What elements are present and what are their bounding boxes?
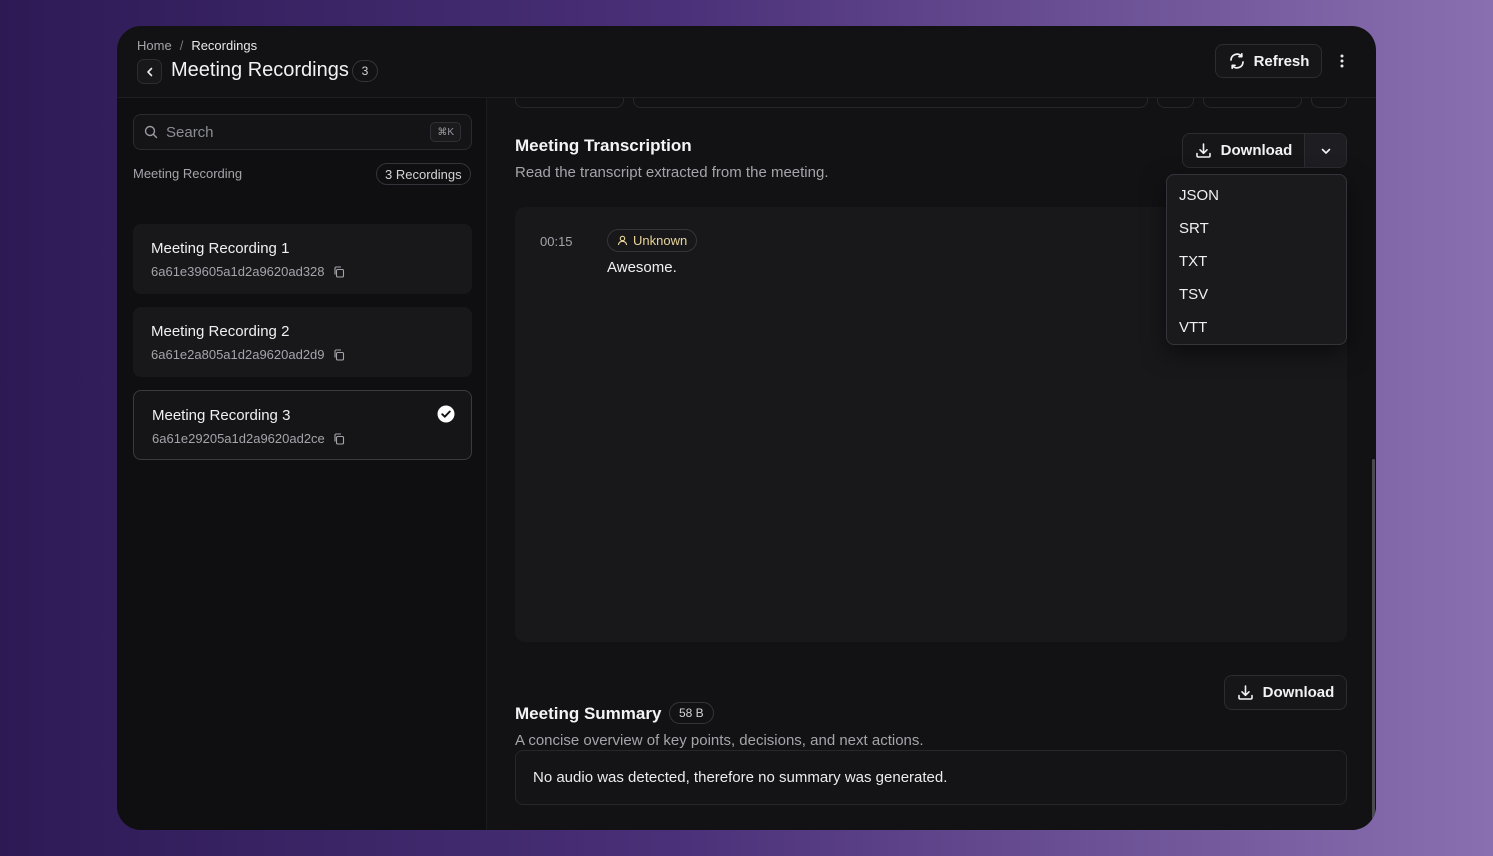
recording-id: 6a61e29205a1d2a9620ad2ce xyxy=(152,431,325,446)
utterance-text: Awesome. xyxy=(607,259,677,276)
search-shortcut: ⌘K xyxy=(430,122,461,142)
copy-icon[interactable] xyxy=(333,348,345,361)
download-label: Download xyxy=(1262,684,1335,701)
menu-item-txt[interactable]: TXT xyxy=(1167,245,1346,278)
main-content: Meeting Transcription Read the transcrip… xyxy=(488,98,1376,830)
refresh-label: Refresh xyxy=(1253,52,1310,70)
speaker-name: Unknown xyxy=(633,233,688,248)
breadcrumb-recordings[interactable]: Recordings xyxy=(191,38,257,53)
breadcrumb-home[interactable]: Home xyxy=(137,38,172,53)
page-title: Meeting Recordings xyxy=(171,59,349,81)
summary-title: Meeting Summary xyxy=(515,704,662,723)
download-format-menu: JSON SRT TXT TSV VTT xyxy=(1166,174,1347,345)
scrolled-field xyxy=(633,98,1148,108)
timestamp[interactable]: 00:15 xyxy=(540,234,573,249)
refresh-button[interactable]: Refresh xyxy=(1215,44,1322,78)
app-window: Home / Recordings Meeting Recordings 3 R… xyxy=(117,26,1376,830)
recordings-count-badge: 3 xyxy=(352,60,378,82)
search-input[interactable] xyxy=(166,123,423,141)
recording-id-row: 6a61e39605a1d2a9620ad328 xyxy=(151,264,345,279)
breadcrumb: Home / Recordings xyxy=(137,38,257,53)
download-icon xyxy=(1237,685,1253,700)
search-box[interactable]: ⌘K xyxy=(133,114,472,150)
recording-title: Meeting Recording 2 xyxy=(151,323,290,340)
recording-card-3[interactable]: Meeting Recording 3 6a61e29205a1d2a9620a… xyxy=(133,390,472,460)
user-icon xyxy=(617,235,628,246)
recording-title: Meeting Recording 3 xyxy=(152,407,291,424)
recording-id-row: 6a61e2a805a1d2a9620ad2d9 xyxy=(151,347,345,362)
copy-icon[interactable] xyxy=(333,265,345,278)
section-label: Meeting Recording xyxy=(133,166,243,181)
scrolled-tab xyxy=(515,98,624,108)
download-icon xyxy=(1195,143,1211,158)
scrolled-button xyxy=(1203,98,1302,108)
check-circle-icon xyxy=(437,405,455,423)
scrollbar[interactable] xyxy=(1372,459,1375,829)
menu-item-vtt[interactable]: VTT xyxy=(1167,311,1346,344)
chevron-down-icon xyxy=(1321,148,1330,154)
summary-size-badge: 58 B xyxy=(669,702,714,724)
transcription-description: Read the transcript extracted from the m… xyxy=(515,164,829,181)
summary-content: No audio was detected, therefore no summ… xyxy=(515,750,1347,805)
menu-item-json[interactable]: JSON xyxy=(1167,179,1346,212)
scrolled-button xyxy=(1311,98,1347,108)
recording-title: Meeting Recording 1 xyxy=(151,240,290,257)
breadcrumb-separator: / xyxy=(179,38,184,53)
recording-id: 6a61e2a805a1d2a9620ad2d9 xyxy=(151,347,325,362)
more-options-button[interactable] xyxy=(1331,48,1353,74)
sidebar: ⌘K Meeting Recording 3 Recordings Meetin… xyxy=(117,98,487,830)
refresh-icon xyxy=(1229,52,1244,70)
speaker-badge: Unknown xyxy=(607,229,698,252)
download-label: Download xyxy=(1220,142,1293,159)
copy-icon[interactable] xyxy=(333,432,345,445)
header: Home / Recordings Meeting Recordings 3 R… xyxy=(117,26,1376,98)
recording-card-2[interactable]: Meeting Recording 2 6a61e2a805a1d2a9620a… xyxy=(133,307,472,377)
transcript-download-button[interactable]: Download xyxy=(1183,134,1304,167)
recordings-total-badge: 3 Recordings xyxy=(376,163,471,185)
download-format-toggle[interactable] xyxy=(1304,134,1346,167)
transcription-title: Meeting Transcription xyxy=(515,136,692,155)
summary-download-button[interactable]: Download xyxy=(1224,675,1347,710)
recording-id-row: 6a61e29205a1d2a9620ad2ce xyxy=(152,431,345,446)
search-icon xyxy=(144,125,158,139)
chevron-left-icon xyxy=(146,67,152,76)
menu-item-tsv[interactable]: TSV xyxy=(1167,278,1346,311)
more-vertical-icon xyxy=(1340,54,1344,68)
back-button[interactable] xyxy=(137,59,162,84)
scrolled-button xyxy=(1157,98,1194,108)
summary-description: A concise overview of key points, decisi… xyxy=(515,732,924,749)
transcript-download-split-button: Download xyxy=(1182,133,1347,168)
recording-id: 6a61e39605a1d2a9620ad328 xyxy=(151,264,325,279)
menu-item-srt[interactable]: SRT xyxy=(1167,212,1346,245)
recording-card-1[interactable]: Meeting Recording 1 6a61e39605a1d2a9620a… xyxy=(133,224,472,294)
